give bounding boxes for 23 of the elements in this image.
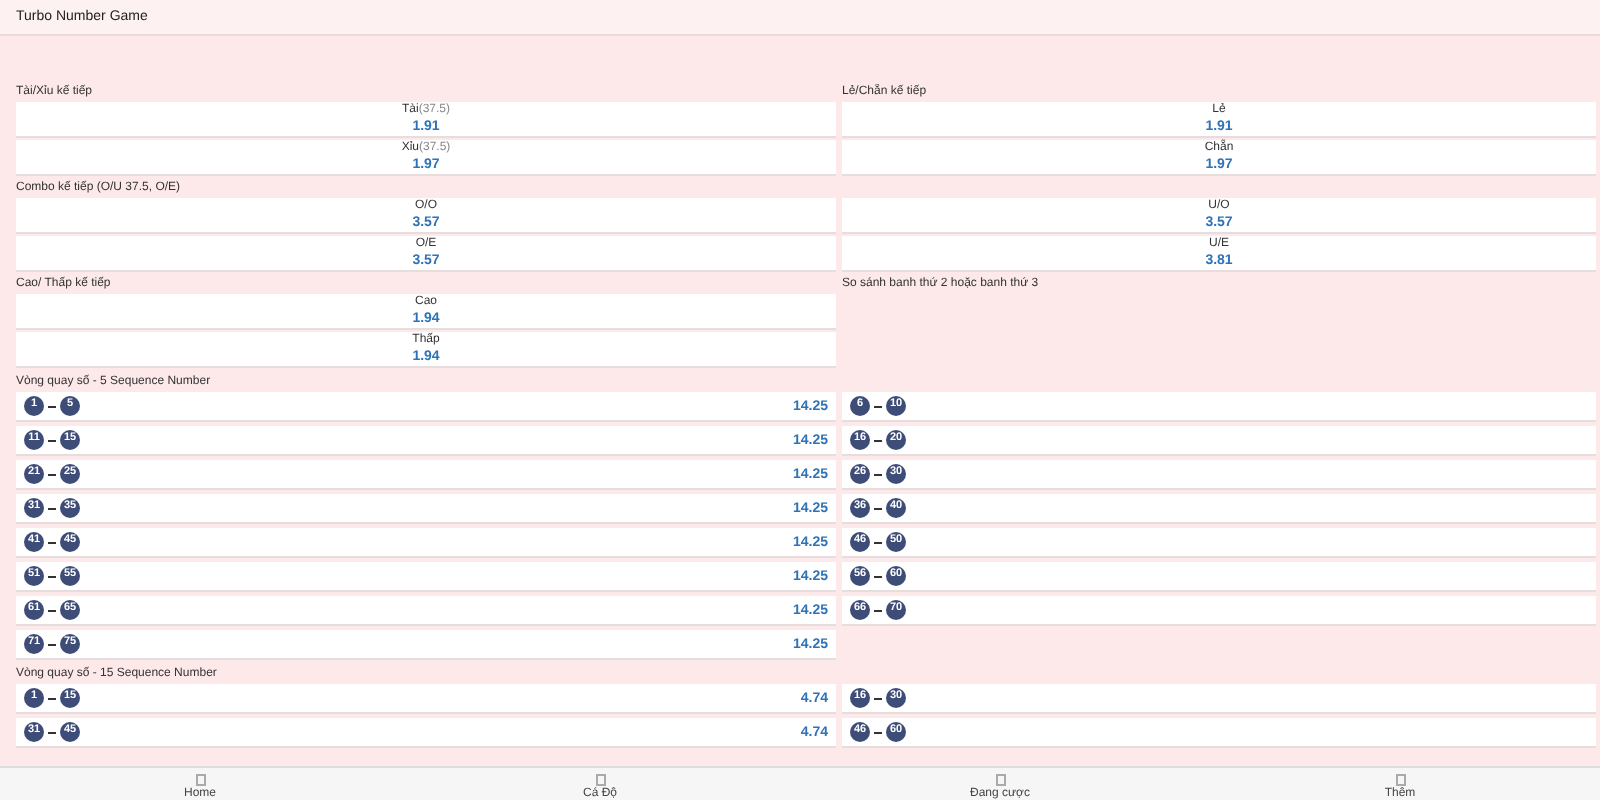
square-icon [995,774,1005,786]
range-dash-icon [874,731,882,733]
range-dash-icon [48,643,56,645]
range-dash-icon [874,697,882,699]
range-dash-icon [48,473,56,475]
range-dash-icon [48,731,56,733]
range-dash-icon [874,609,882,611]
range-dash-icon [874,473,882,475]
range-dash-icon [874,507,882,509]
range-dash-icon [874,439,882,441]
range-dash-icon [48,439,56,441]
range-dash-icon [48,575,56,577]
range-dash-icon [48,697,56,699]
square-icon [195,774,205,786]
range-dash-icon [48,541,56,543]
range-dash-icon [874,575,882,577]
range-dash-icon [48,405,56,407]
range-dash-icon [874,405,882,407]
square-icon [1395,774,1405,786]
range-dash-icon [48,507,56,509]
range-dash-icon [874,541,882,543]
range-dash-icon [48,609,56,611]
square-icon [595,774,605,786]
